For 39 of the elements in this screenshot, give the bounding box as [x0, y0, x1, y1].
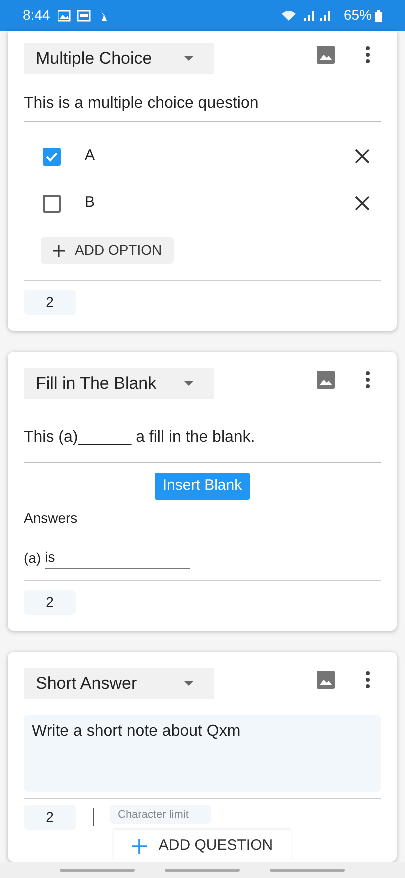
plus-icon — [132, 838, 147, 854]
option-checkbox[interactable] — [43, 194, 61, 212]
battery-level: 65% — [344, 6, 372, 25]
image-icon[interactable] — [317, 46, 335, 64]
close-icon[interactable] — [355, 196, 370, 211]
question-type-dropdown[interactable]: Short Answer — [24, 668, 214, 699]
option-checkbox[interactable] — [43, 148, 61, 166]
answers-label: Answers — [24, 509, 79, 528]
nav-bar-handle[interactable] — [270, 868, 345, 872]
nav-bar-handle[interactable] — [60, 868, 135, 872]
points-field[interactable]: 2 — [24, 590, 76, 615]
add-question-button[interactable]: ADD QUESTION — [114, 830, 291, 862]
image-icon[interactable] — [317, 671, 335, 689]
plus-icon — [53, 244, 65, 256]
answer-field[interactable]: is — [45, 547, 190, 569]
character-limit-field[interactable]: Character limit — [110, 805, 211, 824]
question-type-dropdown[interactable]: Fill in The Blank — [24, 368, 214, 399]
status-time: 8:44 — [23, 6, 50, 25]
option-label: B — [85, 193, 96, 214]
dropdown-caret-icon — [184, 381, 194, 386]
dropdown-caret-icon — [184, 681, 194, 686]
option-label: A — [85, 146, 96, 166]
more-options-icon[interactable] — [365, 46, 371, 64]
question-type-dropdown[interactable]: Multiple Choice — [24, 43, 214, 74]
image-icon[interactable] — [317, 371, 335, 389]
check-icon — [46, 152, 58, 162]
question-text-area[interactable]: Write a short note about Qxm — [24, 715, 381, 792]
battery-icon — [375, 10, 382, 22]
more-options-icon[interactable] — [365, 371, 371, 389]
add-option-button[interactable]: ADD OPTION — [41, 237, 174, 264]
points-field[interactable]: 2 — [24, 290, 76, 315]
more-options-icon[interactable] — [365, 671, 371, 689]
nav-bar-handle[interactable] — [165, 868, 240, 872]
dropdown-caret-icon — [184, 56, 194, 61]
question-text[interactable]: This is a multiple choice question — [24, 92, 381, 122]
question-text[interactable]: This (a)______ a fill in the blank. — [24, 426, 381, 463]
close-icon[interactable] — [355, 149, 370, 164]
answer-key: (a) — [24, 548, 42, 569]
points-field[interactable]: 2 — [24, 805, 76, 830]
